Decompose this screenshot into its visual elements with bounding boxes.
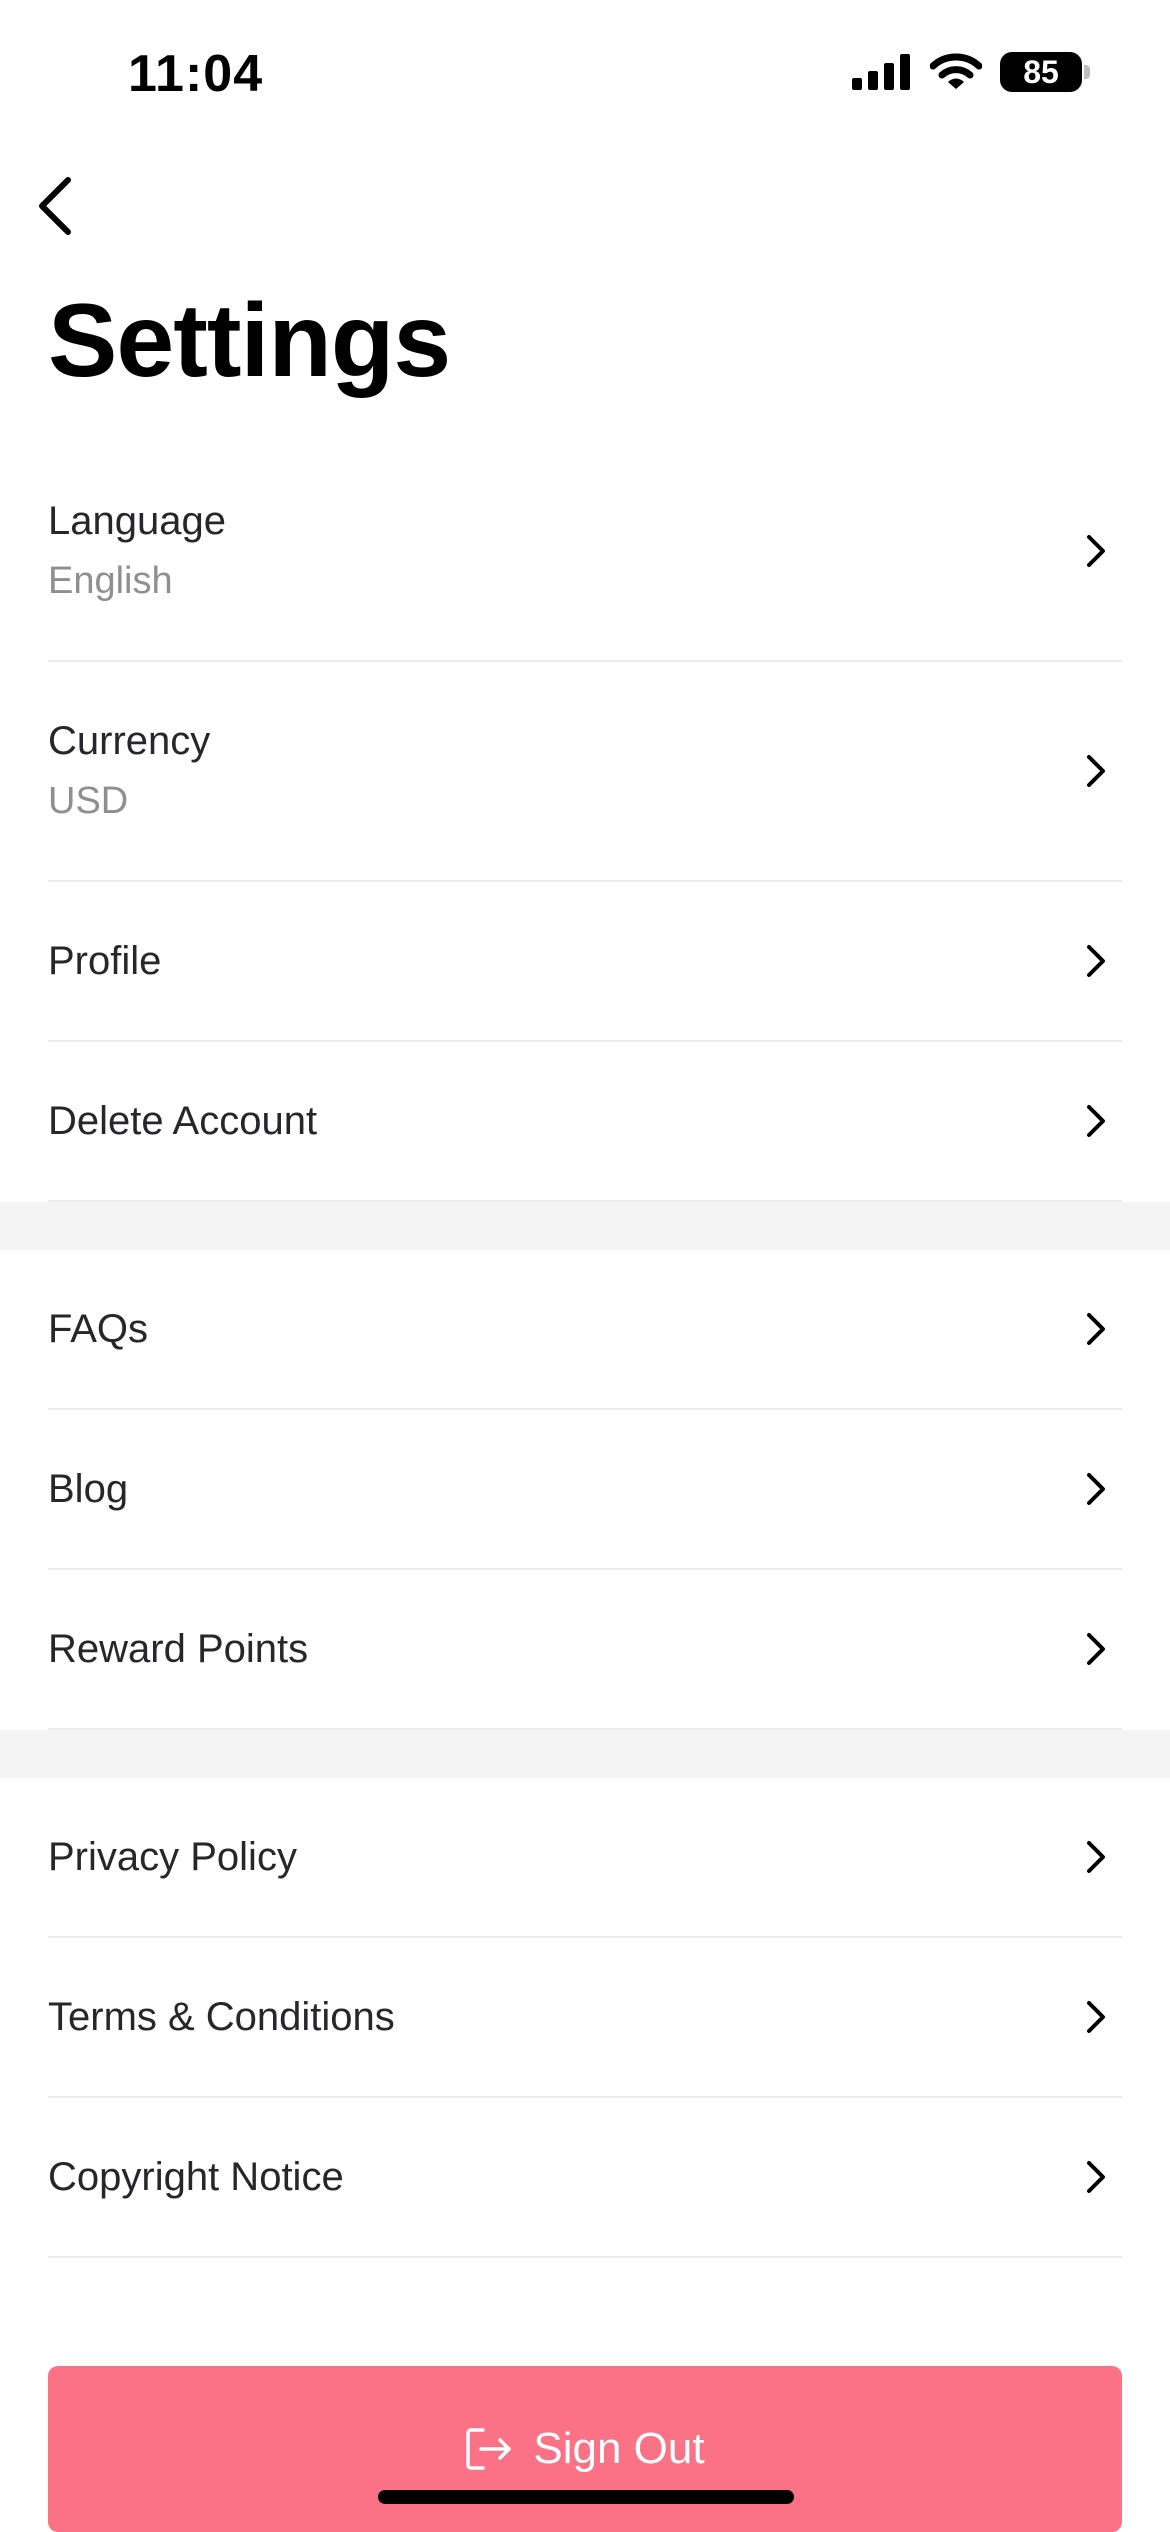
sign-out-icon: [466, 2428, 512, 2470]
battery-icon: 85: [1000, 52, 1090, 92]
row-label: Reward Points: [48, 1626, 309, 1671]
back-button[interactable]: [14, 166, 94, 246]
chevron-right-icon: [1078, 943, 1114, 979]
battery-level: 85: [1000, 52, 1082, 92]
row-label: Language: [48, 499, 226, 543]
chevron-right-icon: [1078, 533, 1114, 569]
row-value: USD: [48, 780, 129, 822]
settings-row-currency[interactable]: Currency USD: [48, 662, 1122, 882]
chevron-right-icon: [1078, 2159, 1114, 2195]
settings-row-delete-account[interactable]: Delete Account: [48, 1042, 1122, 1202]
row-label: Privacy Policy: [48, 1834, 297, 1879]
row-label: Terms & Conditions: [48, 1994, 395, 2039]
settings-list: Language English Currency USD Profile De…: [0, 442, 1170, 2258]
settings-group-info: FAQs Blog Reward Points: [0, 1250, 1170, 1730]
sign-out-label: Sign Out: [533, 2424, 705, 2473]
row-label: FAQs: [48, 1306, 149, 1351]
battery-tip: [1084, 65, 1090, 79]
row-value: English: [48, 560, 173, 602]
settings-row-faqs[interactable]: FAQs: [48, 1250, 1122, 1410]
row-label: Blog: [48, 1466, 129, 1511]
settings-row-privacy-policy[interactable]: Privacy Policy: [48, 1778, 1122, 1938]
status-time: 11:04: [128, 45, 264, 103]
row-label: Delete Account: [48, 1098, 318, 1143]
settings-row-reward-points[interactable]: Reward Points: [48, 1570, 1122, 1730]
settings-row-language[interactable]: Language English: [48, 442, 1122, 662]
chevron-right-icon: [1078, 753, 1114, 789]
settings-row-blog[interactable]: Blog: [48, 1410, 1122, 1570]
cellular-signal-icon: [852, 54, 910, 90]
row-label: Currency: [48, 719, 211, 763]
sign-out-button[interactable]: Sign Out: [48, 2366, 1122, 2532]
chevron-left-icon: [39, 177, 71, 235]
settings-row-terms-conditions[interactable]: Terms & Conditions: [48, 1938, 1122, 2098]
page-title: Settings: [48, 283, 451, 399]
group-divider: [0, 1730, 1170, 1778]
status-bar: 11:04 85: [0, 0, 1170, 150]
chevron-right-icon: [1078, 1311, 1114, 1347]
settings-row-profile[interactable]: Profile: [48, 882, 1122, 1042]
chevron-right-icon: [1078, 1103, 1114, 1139]
settings-group-legal: Privacy Policy Terms & Conditions Copyri…: [0, 1778, 1170, 2258]
settings-row-copyright-notice[interactable]: Copyright Notice: [48, 2098, 1122, 2258]
chevron-right-icon: [1078, 1631, 1114, 1667]
chevron-right-icon: [1078, 1471, 1114, 1507]
row-label: Copyright Notice: [48, 2154, 344, 2199]
group-divider: [0, 1202, 1170, 1250]
wifi-icon: [930, 53, 982, 89]
row-label: Profile: [48, 938, 162, 983]
chevron-right-icon: [1078, 1839, 1114, 1875]
chevron-right-icon: [1078, 1999, 1114, 2035]
settings-group-account: Language English Currency USD Profile De…: [0, 442, 1170, 1202]
home-indicator[interactable]: [378, 2490, 794, 2504]
status-icons: 85: [852, 52, 1090, 92]
